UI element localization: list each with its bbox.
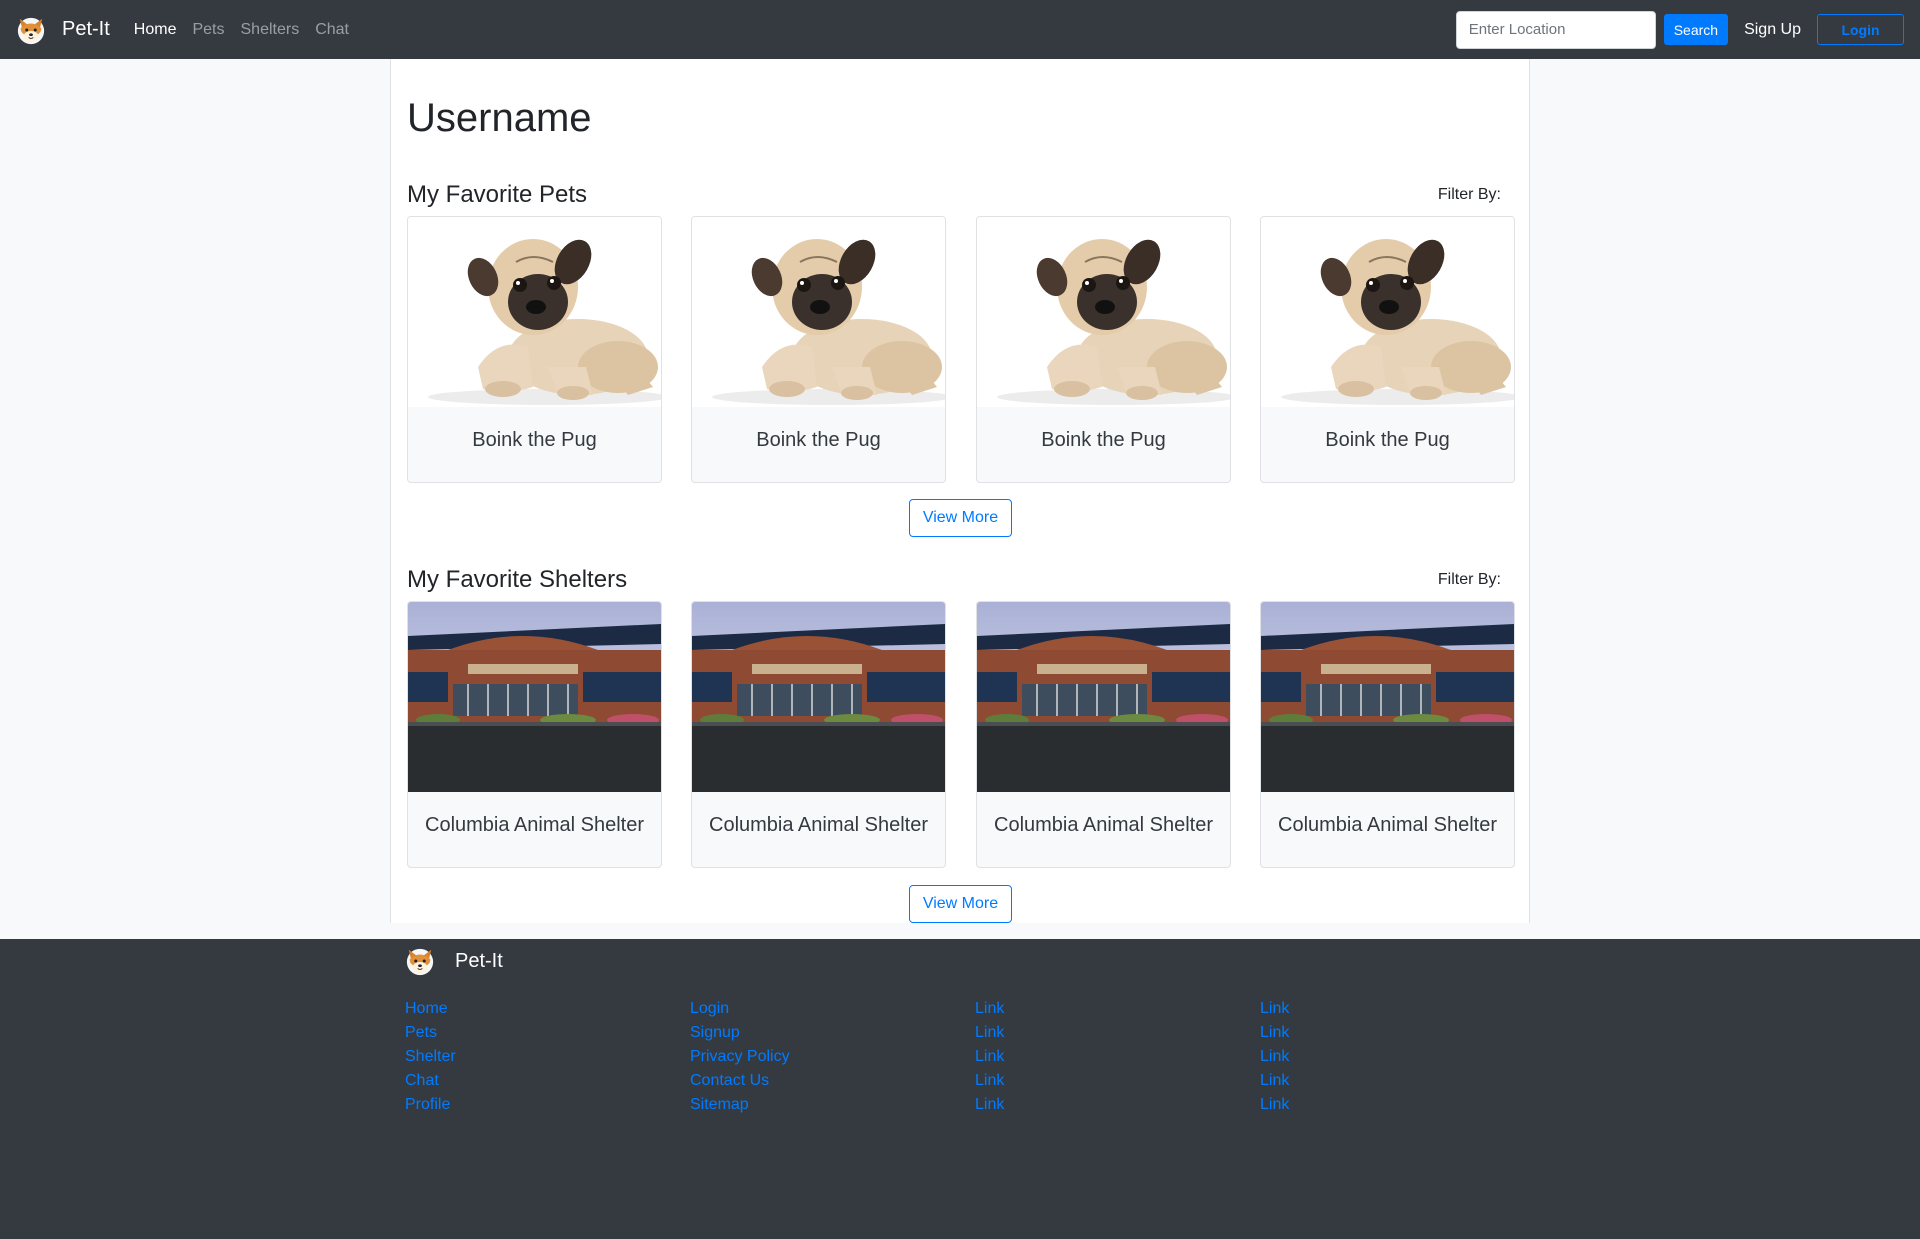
pet-name: Boink the Pug [1041, 429, 1166, 451]
top-navbar: Pet-It Home Pets Shelters Chat Search Si… [0, 0, 1920, 59]
footer-brand-name: Pet-It [455, 949, 503, 972]
shelter-name: Columbia Animal Shelter [1278, 814, 1497, 836]
pet-card[interactable]: Boink the Pug [976, 216, 1231, 483]
favorite-pets-heading: My Favorite Pets [407, 181, 588, 208]
footer-column-account: Login Signup Privacy Policy Contact Us S… [690, 997, 790, 1117]
login-button[interactable]: Login [1817, 14, 1904, 45]
shelter-photo [408, 602, 661, 792]
pets-filter-by[interactable]: Filter By: [1438, 186, 1501, 204]
footer-link-privacy-policy[interactable]: Privacy Policy [690, 1045, 790, 1069]
pet-name: Boink the Pug [756, 429, 881, 451]
footer: Pet-It Home Pets Shelter Chat Profile Lo… [0, 939, 1920, 1239]
nav-link-shelters[interactable]: Shelters [241, 21, 300, 39]
dog-face-icon [405, 946, 435, 976]
shelter-name: Columbia Animal Shelter [994, 814, 1213, 836]
brand[interactable]: Pet-It [16, 15, 110, 45]
footer-link[interactable]: Link [1260, 1045, 1289, 1069]
footer-link-pets[interactable]: Pets [405, 1021, 456, 1045]
pet-photo [977, 217, 1230, 407]
footer-link[interactable]: Link [1260, 1021, 1289, 1045]
pet-name: Boink the Pug [1325, 429, 1450, 451]
nav-link-home[interactable]: Home [134, 21, 177, 39]
footer-link-sitemap[interactable]: Sitemap [690, 1093, 790, 1117]
shelter-photo [1261, 602, 1514, 792]
footer-link[interactable]: Link [1260, 997, 1289, 1021]
pet-card[interactable]: Boink the Pug [691, 216, 946, 483]
footer-link[interactable]: Link [975, 1045, 1004, 1069]
footer-link[interactable]: Link [975, 1069, 1004, 1093]
footer-brand[interactable]: Pet-It [405, 946, 503, 976]
footer-column-site: Home Pets Shelter Chat Profile [405, 997, 456, 1117]
nav-actions: Search Sign Up Login [1455, 0, 1904, 59]
view-more-shelters-button[interactable]: View More [909, 885, 1012, 923]
shelter-card[interactable]: Columbia Animal Shelter [1260, 601, 1515, 868]
main-content: Username My Favorite Pets Filter By: Boi… [390, 59, 1530, 923]
nav-link-chat[interactable]: Chat [315, 21, 349, 39]
footer-link-home[interactable]: Home [405, 997, 456, 1021]
footer-link-signup[interactable]: Signup [690, 1021, 790, 1045]
pet-photo [692, 217, 945, 407]
shelter-photo [977, 602, 1230, 792]
shelter-card[interactable]: Columbia Animal Shelter [976, 601, 1231, 868]
footer-link[interactable]: Link [975, 1093, 1004, 1117]
pet-card[interactable]: Boink the Pug [1260, 216, 1515, 483]
pet-name: Boink the Pug [472, 429, 597, 451]
footer-link[interactable]: Link [1260, 1069, 1289, 1093]
shelter-name: Columbia Animal Shelter [425, 814, 644, 836]
pet-photo [1261, 217, 1514, 407]
brand-name[interactable]: Pet-It [62, 18, 110, 41]
footer-link-shelter[interactable]: Shelter [405, 1045, 456, 1069]
shelter-card[interactable]: Columbia Animal Shelter [691, 601, 946, 868]
shelter-name: Columbia Animal Shelter [709, 814, 928, 836]
location-input[interactable] [1455, 10, 1656, 49]
pet-photo [408, 217, 661, 407]
shelter-photo [692, 602, 945, 792]
nav-links: Home Pets Shelters Chat [134, 21, 365, 39]
shelter-card[interactable]: Columbia Animal Shelter [407, 601, 662, 868]
footer-link-chat[interactable]: Chat [405, 1069, 456, 1093]
footer-column-links-4: Link Link Link Link Link [1260, 997, 1289, 1117]
favorite-shelters-heading: My Favorite Shelters [407, 566, 628, 593]
footer-link-contact-us[interactable]: Contact Us [690, 1069, 790, 1093]
shelters-filter-by[interactable]: Filter By: [1438, 571, 1501, 589]
footer-link[interactable]: Link [975, 1021, 1004, 1045]
page-title: Username [407, 96, 592, 140]
footer-column-links-3: Link Link Link Link Link [975, 997, 1004, 1117]
pet-card[interactable]: Boink the Pug [407, 216, 662, 483]
nav-link-pets[interactable]: Pets [192, 21, 224, 39]
footer-link-login[interactable]: Login [690, 997, 790, 1021]
footer-link[interactable]: Link [975, 997, 1004, 1021]
footer-link-profile[interactable]: Profile [405, 1093, 456, 1117]
search-button[interactable]: Search [1663, 14, 1729, 45]
signup-link[interactable]: Sign Up [1744, 21, 1801, 39]
view-more-pets-button[interactable]: View More [909, 499, 1012, 537]
dog-face-icon [16, 15, 46, 45]
footer-link[interactable]: Link [1260, 1093, 1289, 1117]
